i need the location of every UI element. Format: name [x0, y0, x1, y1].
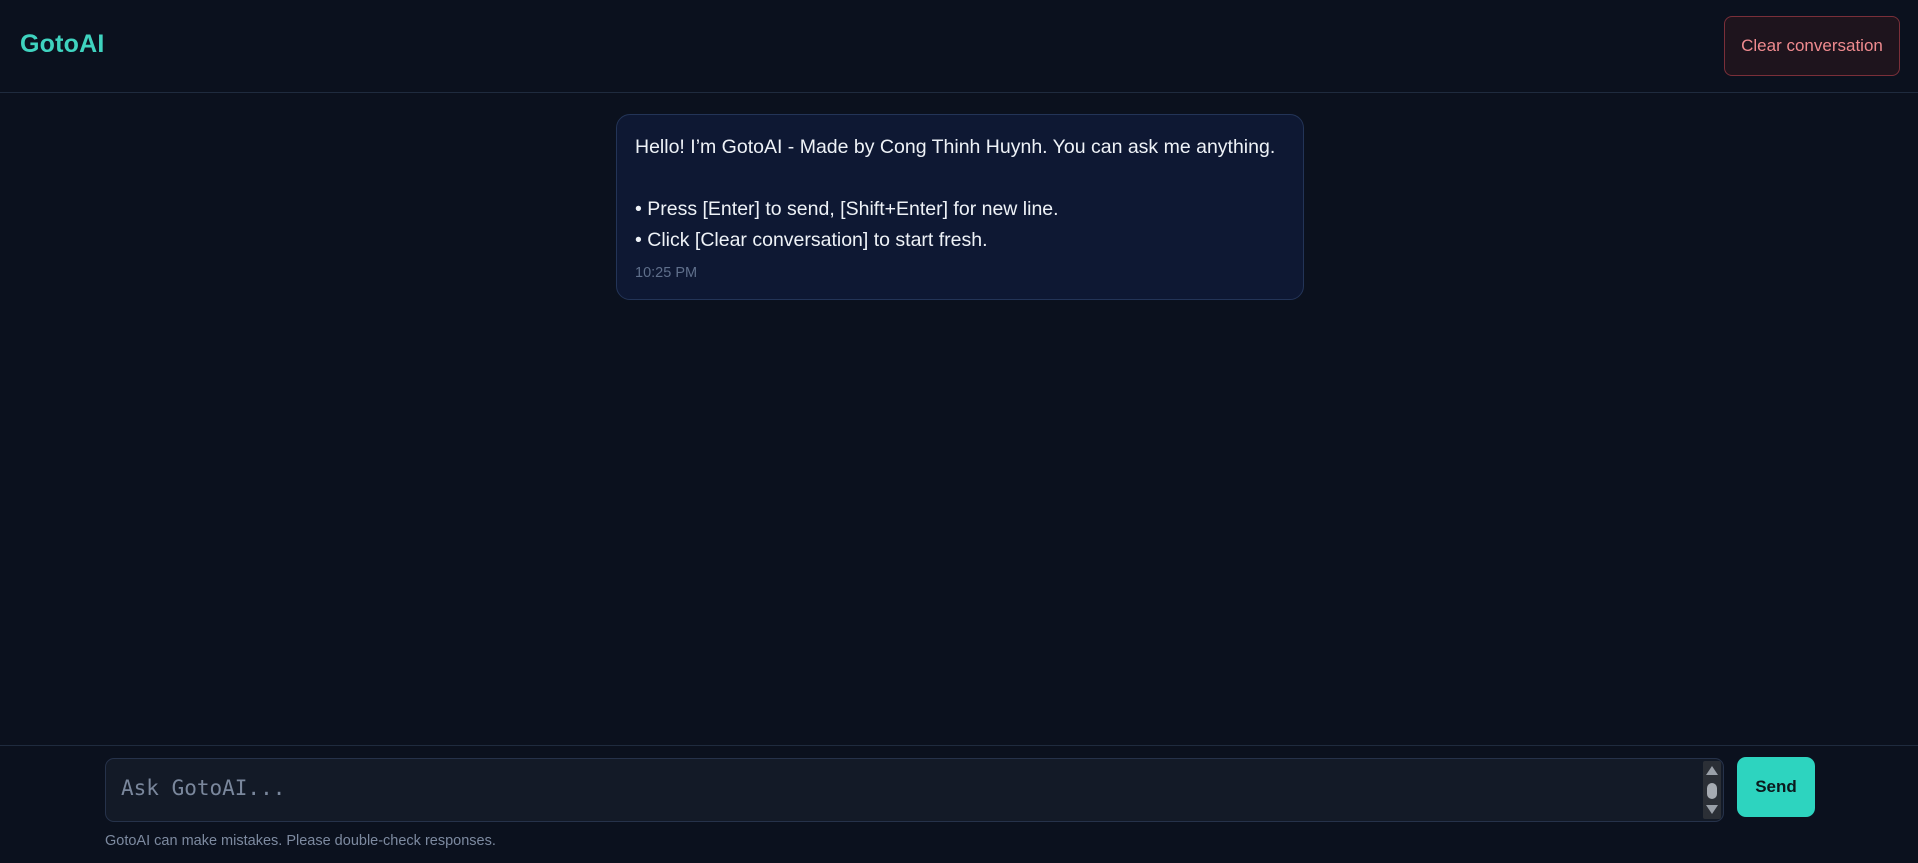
message-line-clear-hint: • Click [Clear conversation] to start fr…	[635, 229, 988, 251]
message-input[interactable]	[106, 759, 1696, 821]
message-line-enter-hint: • Press [Enter] to send, [Shift+Enter] f…	[635, 198, 1059, 220]
scroll-down-arrow-icon[interactable]	[1706, 805, 1718, 814]
disclaimer-text: GotoAI can make mistakes. Please double-…	[105, 833, 496, 849]
message-timestamp: 10:25 PM	[635, 265, 698, 281]
clear-conversation-button[interactable]: Clear conversation	[1724, 16, 1900, 76]
input-scrollbar[interactable]	[1703, 761, 1721, 819]
scrollbar-thumb[interactable]	[1707, 783, 1717, 799]
send-button[interactable]: Send	[1737, 757, 1815, 817]
app-logo-title: GotoAI	[20, 30, 105, 58]
app-header: GotoAI Clear conversation	[0, 0, 1918, 93]
message-line-greeting: Hello! I’m GotoAI - Made by Cong Thinh H…	[635, 136, 1276, 158]
assistant-message: Hello! I’m GotoAI - Made by Cong Thinh H…	[616, 114, 1304, 300]
chat-area: Hello! I’m GotoAI - Made by Cong Thinh H…	[0, 93, 1918, 745]
scroll-up-arrow-icon[interactable]	[1706, 766, 1718, 775]
message-input-container	[105, 758, 1724, 822]
composer-bar: Send GotoAI can make mistakes. Please do…	[0, 745, 1918, 863]
